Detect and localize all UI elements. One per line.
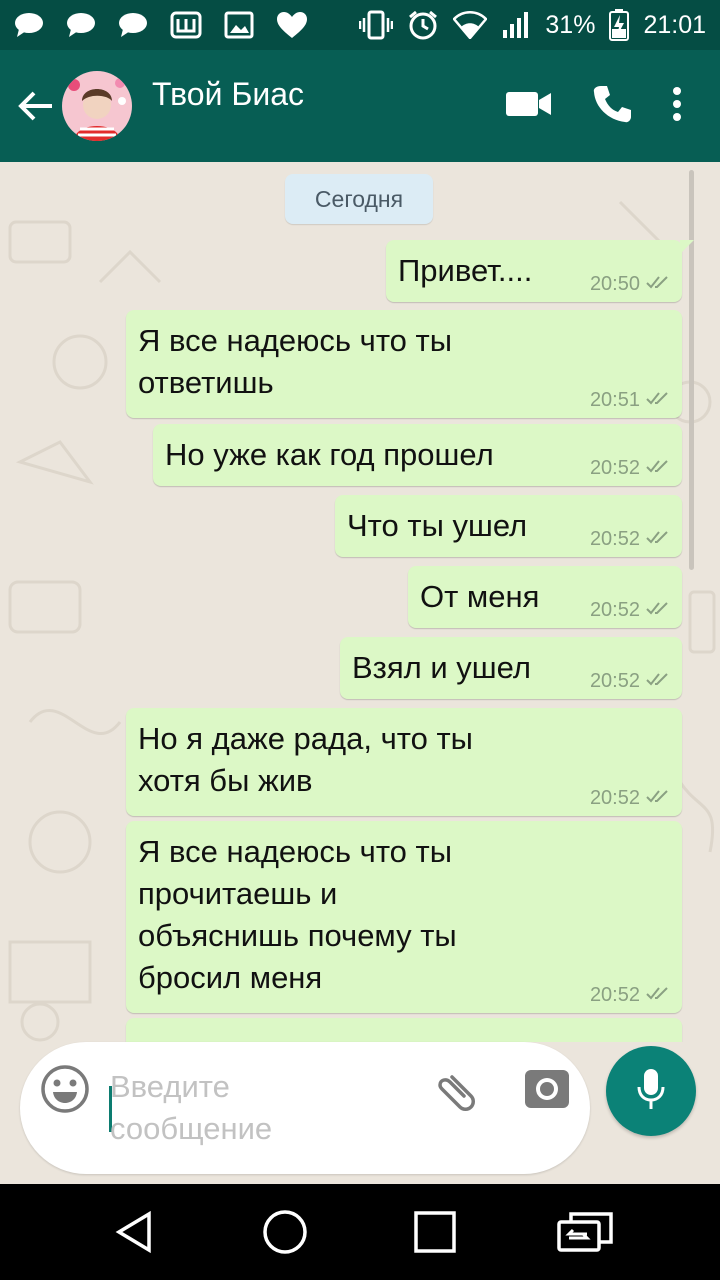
back-nav-icon[interactable] xyxy=(95,1192,175,1272)
double-check-icon xyxy=(646,600,672,620)
message-bubble[interactable]: Я все надеюсь что ты прочитаешь и объясн… xyxy=(126,821,682,1013)
message-time: 20:50 xyxy=(589,273,640,295)
message-input[interactable] xyxy=(110,1066,410,1156)
message-meta: 20:52 xyxy=(590,671,672,691)
wifi-icon xyxy=(453,11,488,39)
notification-icons xyxy=(14,11,308,39)
recents-nav-icon[interactable] xyxy=(395,1192,475,1272)
message-time: 20:52 xyxy=(589,787,640,809)
message-bubble[interactable]: Я все надеюсь что ты ответишь 20:51 xyxy=(126,310,682,418)
message-meta: 20:52 xyxy=(590,600,672,620)
chat-bubble-icon xyxy=(14,12,44,38)
signal-icon xyxy=(501,10,531,40)
date-separator: Сегодня xyxy=(285,174,433,224)
message-meta: 20:52 xyxy=(590,458,672,478)
double-check-icon xyxy=(646,274,672,294)
system-nav-bar xyxy=(0,1184,720,1280)
message-bubble[interactable]: Привет.... 20:50 xyxy=(386,240,694,302)
message-meta: 20:52 xyxy=(590,529,672,549)
mic-icon xyxy=(636,1067,666,1116)
double-check-icon xyxy=(646,985,672,1005)
double-check-icon xyxy=(646,788,672,808)
message-meta: 20:50 xyxy=(590,274,672,294)
mic-button[interactable] xyxy=(606,1046,696,1136)
double-check-icon xyxy=(646,671,672,691)
message-time: 20:52 xyxy=(589,984,640,1006)
video-call-icon[interactable] xyxy=(506,90,552,123)
switch-app-icon[interactable] xyxy=(545,1192,625,1272)
message-bubble[interactable]: Что ты ушел 20:52 xyxy=(335,495,682,557)
message-bubble[interactable]: Но я даже рада, что ты хотя бы жив 20:52 xyxy=(126,708,682,816)
message-list[interactable]: Сегодня Привет.... 20:50 Я все надеюсь ч… xyxy=(0,162,720,1042)
message-meta: 20:52 xyxy=(590,985,672,1005)
app-w-icon xyxy=(170,11,202,39)
voice-call-icon[interactable] xyxy=(592,84,632,129)
clock: 21:01 xyxy=(643,10,706,39)
message-time: 20:52 xyxy=(589,670,640,692)
attach-icon[interactable] xyxy=(430,1066,480,1116)
chat-bubble-icon xyxy=(118,12,148,38)
status-bar: 31% 21:01 xyxy=(0,0,720,50)
contact-name[interactable]: Твой Биас xyxy=(152,76,506,113)
avatar[interactable] xyxy=(62,71,132,141)
vibrate-icon xyxy=(359,10,394,40)
message-time: 20:51 xyxy=(589,389,640,411)
message-meta: 20:51 xyxy=(590,390,672,410)
message-bubble[interactable]: От меня 20:52 xyxy=(408,566,682,628)
message-time: 20:52 xyxy=(589,457,640,479)
back-arrow-icon[interactable] xyxy=(6,76,66,136)
chat-bubble-icon xyxy=(66,12,96,38)
compose-bar xyxy=(0,1042,720,1184)
chat-toolbar: Твой Биас xyxy=(0,50,720,162)
alarm-icon xyxy=(407,9,439,41)
image-icon xyxy=(224,11,254,39)
home-nav-icon[interactable] xyxy=(245,1192,325,1272)
scrollbar[interactable] xyxy=(689,170,694,570)
double-check-icon xyxy=(646,529,672,549)
message-bubble-partial[interactable] xyxy=(126,1018,682,1042)
double-check-icon xyxy=(646,390,672,410)
message-time: 20:52 xyxy=(589,599,640,621)
compose-field[interactable] xyxy=(20,1042,590,1174)
message-text: Я все надеюсь что ты прочитаешь и объясн… xyxy=(138,834,457,995)
emoji-icon[interactable] xyxy=(40,1064,90,1114)
camera-icon[interactable] xyxy=(522,1064,572,1114)
message-bubble[interactable]: Взял и ушел 20:52 xyxy=(340,637,682,699)
toolbar-actions xyxy=(506,84,682,129)
heart-icon xyxy=(276,11,308,39)
system-icons: 31% 21:01 xyxy=(359,9,706,41)
more-vert-icon[interactable] xyxy=(672,86,682,127)
message-bubble[interactable]: Но уже как год прошел 20:52 xyxy=(153,424,682,486)
message-time: 20:52 xyxy=(589,528,640,550)
battery-percent: 31% xyxy=(545,10,596,39)
message-meta: 20:52 xyxy=(590,788,672,808)
battery-charging-icon xyxy=(609,9,630,41)
double-check-icon xyxy=(646,458,672,478)
